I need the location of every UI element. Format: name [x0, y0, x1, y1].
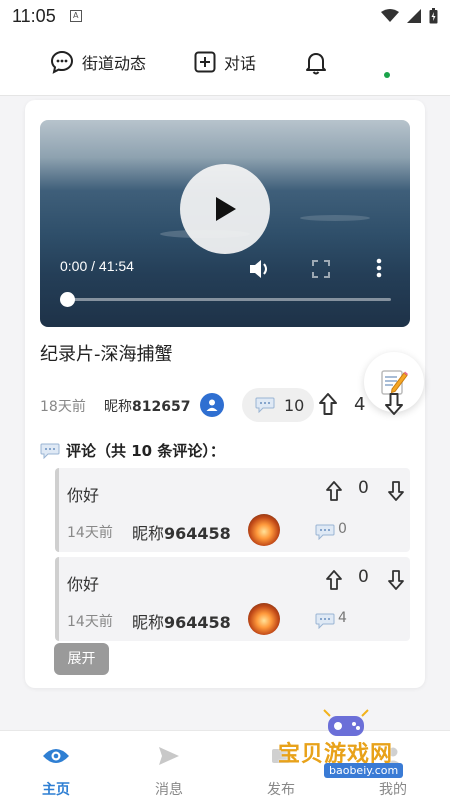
wifi-icon — [381, 9, 399, 22]
comment-count: 10 — [284, 396, 305, 415]
top-navigation: 街道动态 对话 — [0, 32, 450, 96]
bell-icon — [306, 53, 326, 75]
nick-id: 964458 — [164, 613, 231, 632]
street-feed-label: 街道动态 — [82, 54, 147, 73]
comment-text: 你好 — [67, 486, 100, 505]
upvote-arrow-icon[interactable] — [325, 569, 343, 591]
speech-balloon-icon — [40, 443, 60, 459]
downvote-arrow-icon[interactable] — [387, 480, 405, 502]
send-icon — [159, 747, 179, 765]
comments-header-text: 评论（共 10 条评论）： — [66, 442, 225, 460]
more-options-icon[interactable] — [376, 258, 382, 278]
post-author-nickname[interactable]: 昵称812657 — [104, 396, 190, 416]
signal-icon — [407, 9, 421, 23]
tab-home-label: 主页 — [42, 782, 70, 798]
comment-time-ago: 14天前 — [67, 614, 113, 630]
watermark-url: baobeiy.com — [324, 763, 404, 778]
upvote-arrow-icon[interactable] — [318, 392, 338, 416]
vote-count: 4 — [354, 394, 366, 415]
reply-count: 4 — [338, 610, 347, 626]
comment-text: 你好 — [67, 575, 100, 594]
nick-prefix: 昵称 — [104, 399, 132, 415]
comment-score: 0 — [358, 567, 369, 587]
upvote-arrow-icon[interactable] — [325, 480, 343, 502]
tab-messages-label: 消息 — [155, 782, 183, 798]
video-frame-wave — [300, 215, 370, 221]
fullscreen-icon[interactable] — [312, 260, 330, 278]
comment-author-nickname[interactable]: 昵称964458 — [132, 520, 231, 544]
video-timecode: 0:00 / 41:54 — [60, 258, 134, 274]
eye-icon — [43, 749, 69, 763]
video-player[interactable]: 0:00 / 41:54 — [40, 120, 410, 327]
status-time: 11:05 — [12, 5, 56, 26]
nick-id: 812657 — [132, 399, 191, 415]
comment-time-ago: 14天前 — [67, 525, 113, 541]
notification-badge-icon: A — [69, 10, 82, 22]
plus-square-icon — [194, 51, 216, 73]
user-icon — [206, 399, 218, 411]
downvote-arrow-icon[interactable] — [387, 569, 405, 591]
video-progress-track[interactable] — [67, 298, 391, 301]
comments-header: 评论（共 10 条评论）： — [40, 440, 225, 461]
speech-balloon-icon[interactable] — [315, 524, 335, 540]
comment-score: 0 — [358, 478, 369, 498]
status-icons — [381, 8, 438, 24]
online-status-dot — [384, 72, 390, 78]
chat-tab[interactable]: 对话 — [194, 50, 256, 74]
tab-home[interactable]: 主页 — [26, 743, 86, 799]
comment-count-button[interactable]: 10 — [242, 388, 314, 422]
tab-messages[interactable]: 消息 — [139, 743, 199, 799]
author-avatar[interactable] — [200, 393, 224, 417]
comment-author-avatar[interactable] — [248, 514, 280, 546]
status-bar: 11:05 A — [0, 0, 450, 32]
post-meta: 18天前 昵称812657 10 4 — [40, 388, 410, 422]
downvote-arrow-icon[interactable] — [384, 392, 404, 416]
speech-balloon-icon[interactable] — [315, 613, 335, 629]
notification-button[interactable] — [304, 50, 328, 76]
reply-count: 0 — [338, 521, 347, 537]
chat-bubble-icon — [50, 50, 74, 74]
volume-icon[interactable] — [248, 258, 272, 280]
speech-balloon-icon — [255, 397, 275, 413]
nick-prefix: 昵称 — [132, 613, 165, 632]
video-progress-handle[interactable] — [60, 292, 75, 307]
gamepad-logo-icon — [323, 709, 369, 736]
comment-item: 你好 0 14天前 昵称964458 4 — [55, 557, 410, 641]
street-feed-tab[interactable]: 街道动态 — [50, 50, 146, 74]
nick-id: 964458 — [164, 524, 231, 543]
battery-icon — [429, 8, 438, 24]
comment-author-avatar[interactable] — [248, 603, 280, 635]
site-watermark: 宝贝游戏网 baobeiy.com — [272, 706, 422, 786]
chat-label: 对话 — [224, 54, 257, 73]
comment-item: 你好 0 14天前 昵称964458 0 — [55, 468, 410, 552]
post-title: 纪录片-深海捕蟹 — [40, 344, 173, 365]
post-time-ago: 18天前 — [40, 399, 86, 415]
nick-prefix: 昵称 — [132, 524, 165, 543]
comment-author-nickname[interactable]: 昵称964458 — [132, 609, 231, 633]
play-button[interactable] — [180, 164, 270, 254]
play-icon — [216, 197, 236, 221]
expand-comments-button[interactable]: 展开 — [54, 643, 109, 675]
